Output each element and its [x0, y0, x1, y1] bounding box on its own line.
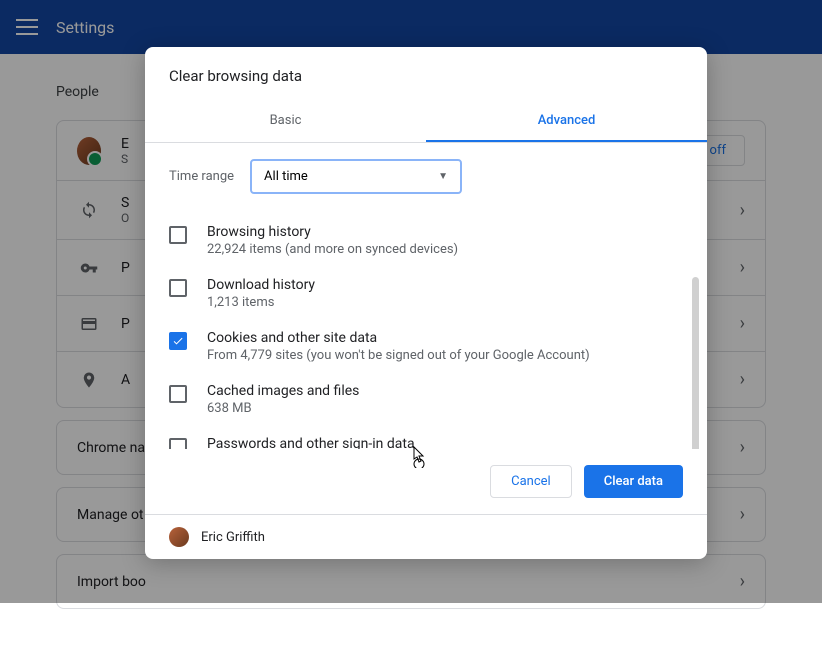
time-range-select[interactable]: All time ▼	[250, 159, 462, 194]
dialog-account-row[interactable]: Eric Griffith	[145, 514, 707, 559]
dialog-footer: Cancel Clear data	[145, 449, 707, 514]
clear-data-button[interactable]: Clear data	[584, 465, 683, 498]
checkbox[interactable]	[169, 385, 187, 403]
check-title: Browsing history	[207, 224, 683, 240]
dialog-title: Clear browsing data	[145, 47, 707, 101]
clear-data-dialog: Clear browsing data Basic Advanced Time …	[145, 47, 707, 559]
time-range-label: Time range	[169, 169, 234, 184]
checkbox[interactable]	[169, 279, 187, 297]
check-title: Download history	[207, 277, 683, 293]
check-item[interactable]: Passwords and other sign-in data430 pass…	[169, 426, 683, 449]
check-sub: 1,213 items	[207, 295, 683, 310]
check-item[interactable]: Browsing history 22,924 items (and more o…	[169, 214, 683, 267]
chevron-down-icon: ▼	[438, 171, 448, 182]
tab-advanced[interactable]: Advanced	[426, 101, 707, 142]
account-name: Eric Griffith	[201, 530, 265, 545]
cancel-button[interactable]: Cancel	[490, 465, 572, 498]
checkbox[interactable]	[169, 438, 187, 449]
scrollbar-thumb[interactable]	[692, 277, 699, 449]
checkbox[interactable]	[169, 226, 187, 244]
dialog-tabs: Basic Advanced	[145, 101, 707, 143]
check-title: Cached images and files	[207, 383, 683, 399]
check-title: Passwords and other sign-in data	[207, 436, 683, 449]
check-title: Cookies and other site data	[207, 330, 683, 346]
check-item[interactable]: Cached images and files 638 MB	[169, 373, 683, 426]
dialog-body: Time range All time ▼ Browsing history 22…	[145, 143, 707, 449]
avatar	[169, 527, 189, 547]
check-item[interactable]: Cookies and other site data From 4,779 si…	[169, 320, 683, 373]
time-range-value: All time	[264, 169, 308, 184]
check-sub: 638 MB	[207, 401, 683, 416]
check-sub: From 4,779 sites (you won't be signed ou…	[207, 348, 683, 363]
tab-basic[interactable]: Basic	[145, 101, 426, 142]
check-sub: 22,924 items (and more on synced devices…	[207, 242, 683, 257]
check-item[interactable]: Download history 1,213 items	[169, 267, 683, 320]
checkbox[interactable]	[169, 332, 187, 350]
